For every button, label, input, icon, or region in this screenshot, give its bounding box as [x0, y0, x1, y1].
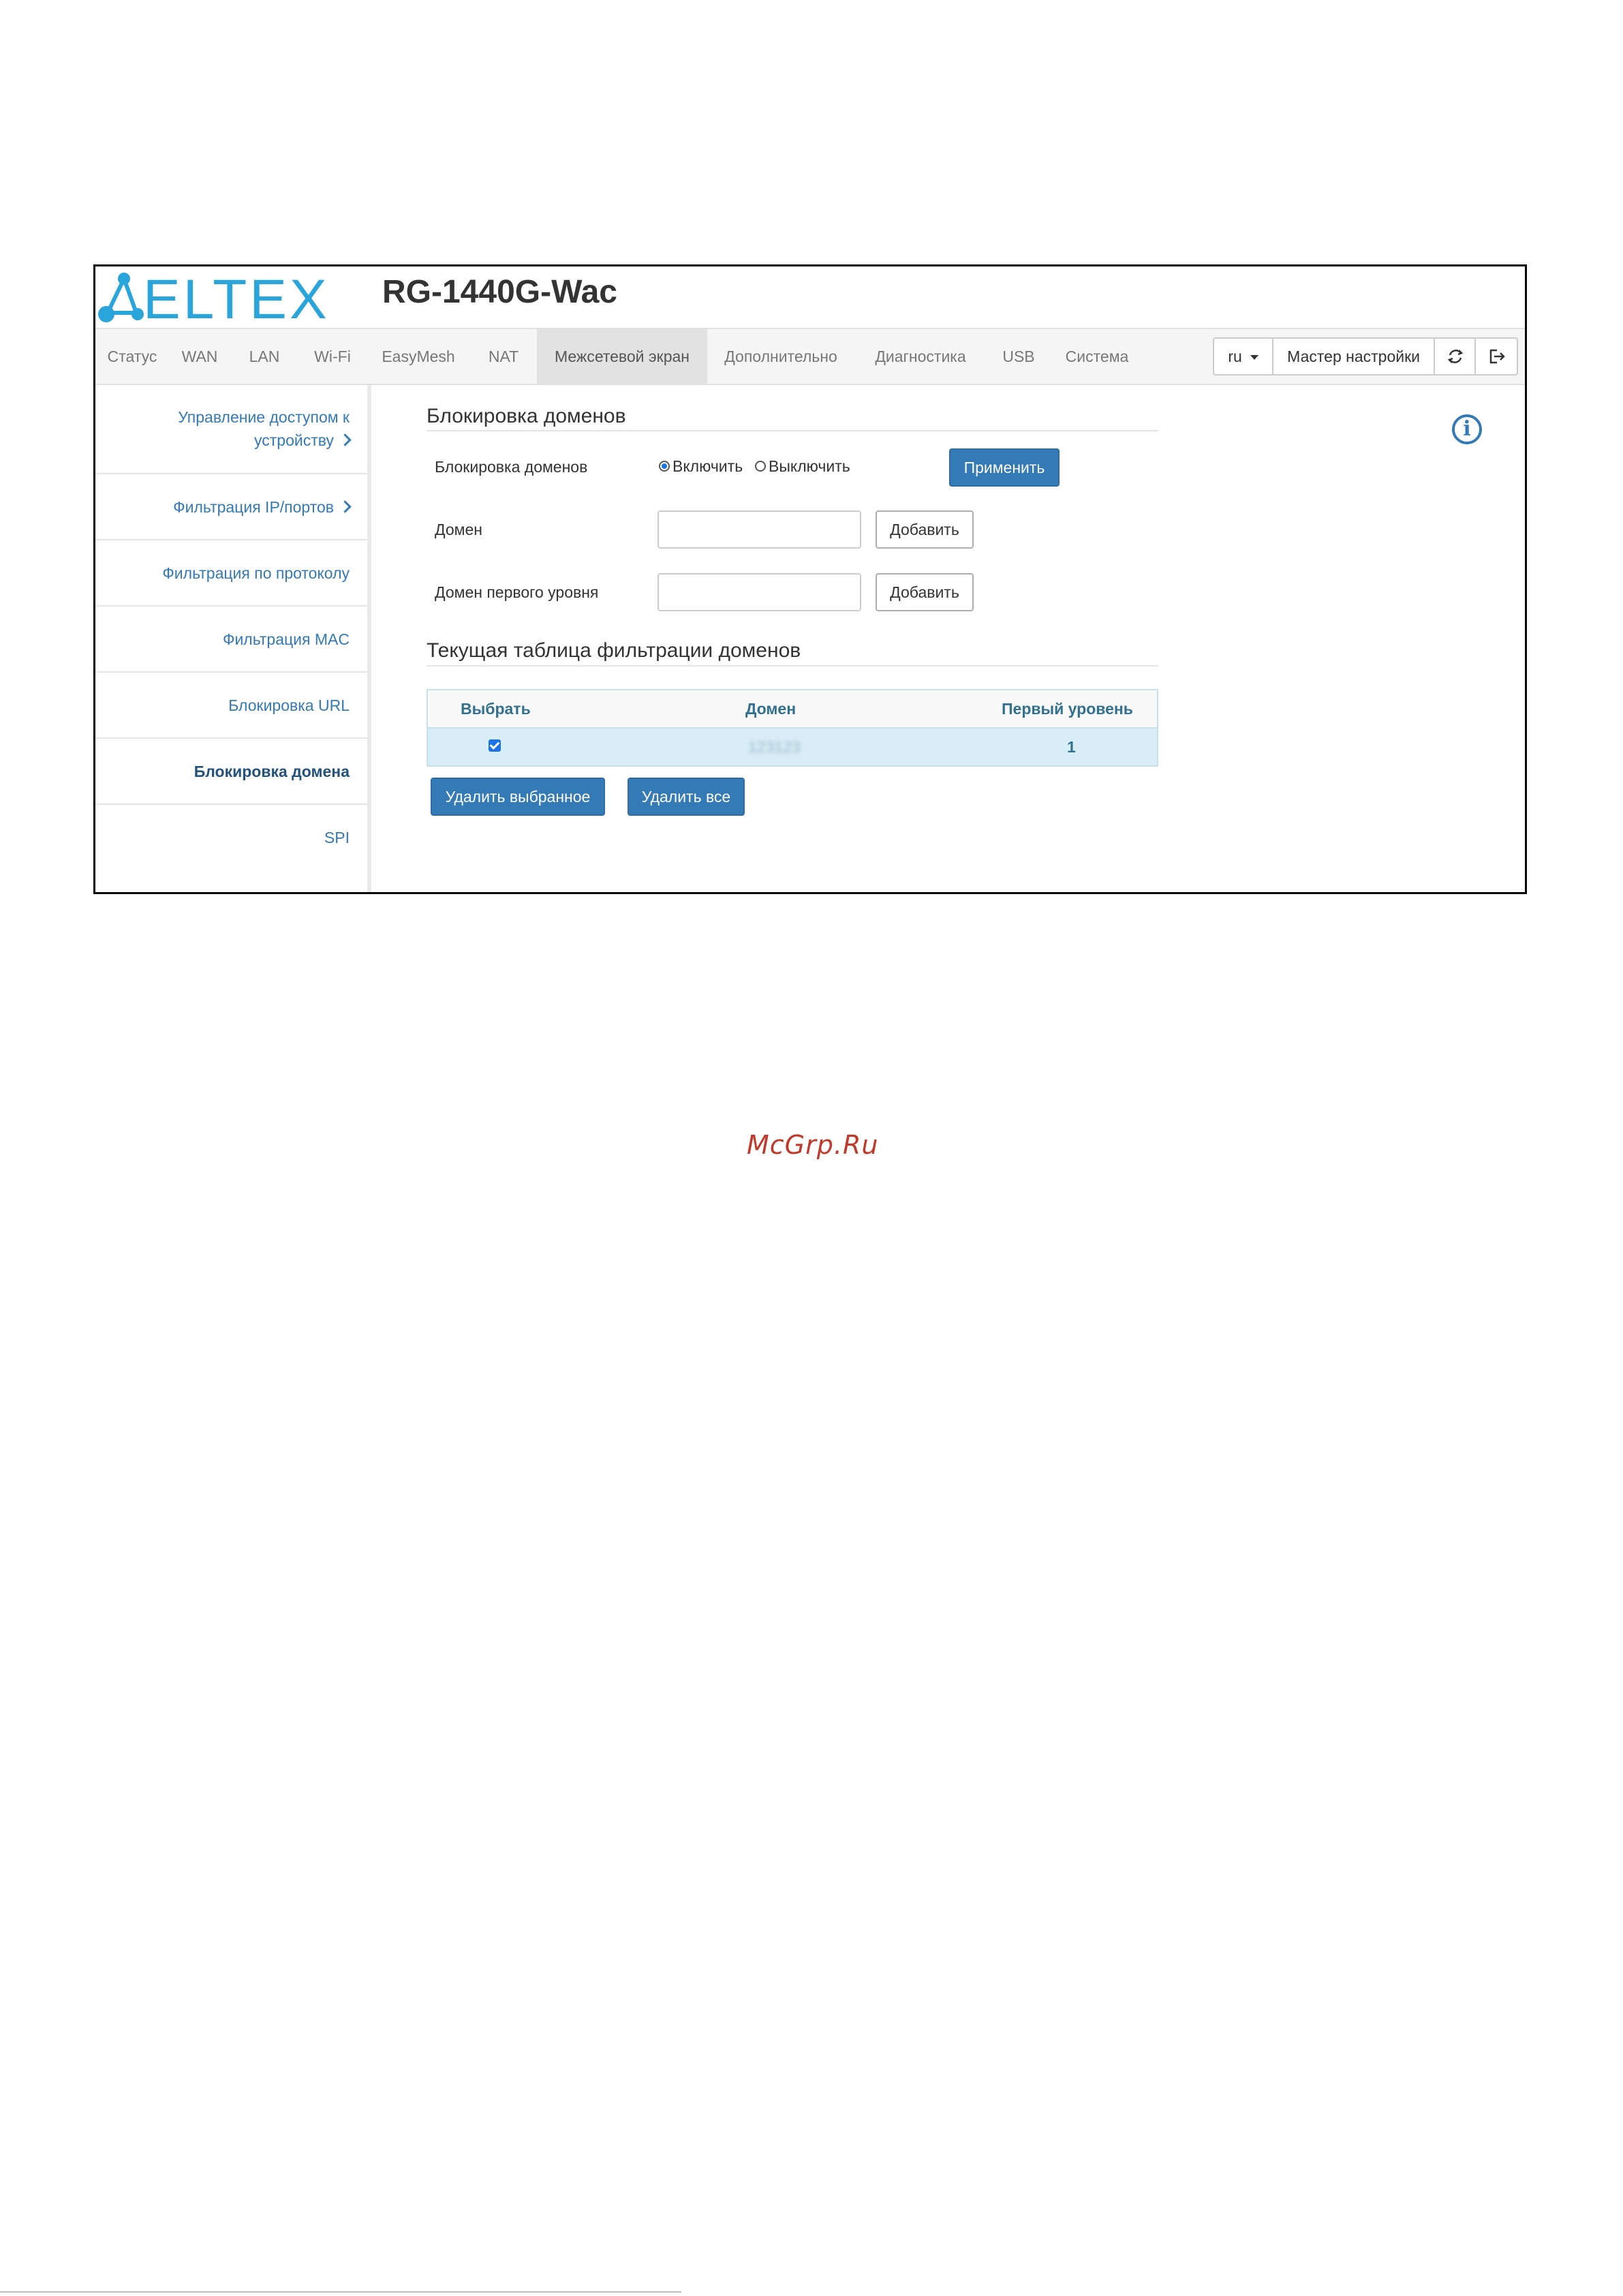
- language-dropdown[interactable]: ru: [1214, 339, 1274, 374]
- tab-usb[interactable]: USB: [987, 329, 1051, 384]
- tab-wifi[interactable]: Wi-Fi: [298, 329, 367, 384]
- domain-filter-table: Выбрать Домен Первый уровень 123123 1: [427, 689, 1158, 767]
- tab-lan[interactable]: LAN: [230, 329, 298, 384]
- logout-icon: [1489, 349, 1505, 364]
- table-title: Текущая таблица фильтрации доменов: [427, 639, 801, 662]
- device-model-title: RG-1440G-Wac: [382, 274, 617, 310]
- add-tld-button[interactable]: Добавить: [876, 573, 974, 611]
- section-divider: [427, 430, 1158, 431]
- table-title-divider: [427, 665, 1158, 667]
- sidebar-item-domain-blocking[interactable]: Блокировка домена: [95, 739, 367, 805]
- tab-system[interactable]: Система: [1051, 329, 1143, 384]
- tab-diagnostics[interactable]: Диагностика: [854, 329, 987, 384]
- tab-easymesh[interactable]: EasyMesh: [367, 329, 470, 384]
- sidebar-item-label: устройству: [254, 431, 334, 449]
- delete-all-button[interactable]: Удалить все: [628, 778, 745, 816]
- section-title: Блокировка доменов: [427, 405, 626, 427]
- sidebar-item-ip-port-filter[interactable]: Фильтрация IP/портов: [95, 474, 367, 540]
- disable-radio-label: Выключить: [769, 457, 850, 475]
- refresh-button[interactable]: [1435, 339, 1476, 374]
- eltex-logo: ELTEX: [98, 269, 327, 331]
- header-domain: Домен: [745, 700, 797, 718]
- header: ELTEX RG-1440G-Wac: [95, 266, 1525, 331]
- delete-selected-button[interactable]: Удалить выбранное: [431, 778, 605, 816]
- tab-status[interactable]: Статус: [95, 329, 169, 384]
- row-select-checkbox[interactable]: [489, 739, 501, 752]
- domain-label: Домен: [435, 521, 482, 538]
- domain-blocking-label: Блокировка доменов: [435, 458, 588, 476]
- sidebar-item-label: Фильтрация IP/портов: [173, 498, 334, 516]
- main-navigation: Статус WAN LAN Wi-Fi EasyMesh NAT Межсет…: [95, 328, 1525, 385]
- chevron-right-icon: [339, 500, 352, 513]
- add-domain-button[interactable]: Добавить: [876, 510, 974, 549]
- tld-label: Домен первого уровня: [435, 583, 599, 601]
- nav-right-toolbar: ru Мастер настройки: [1213, 337, 1518, 376]
- tab-firewall[interactable]: Межсетевой экран: [537, 329, 707, 384]
- tld-input[interactable]: [658, 573, 861, 611]
- page-bottom-rule: [0, 2291, 681, 2293]
- caret-down-icon: [1250, 355, 1259, 361]
- watermark-text: McGrp.Ru: [747, 1130, 879, 1160]
- logo-text: ELTEX: [143, 269, 330, 331]
- header-select: Выбрать: [461, 700, 531, 718]
- language-value: ru: [1228, 348, 1242, 365]
- sidebar-item-protocol-filter[interactable]: Фильтрация по протоколу: [95, 540, 367, 607]
- sidebar-item-spi[interactable]: SPI: [95, 805, 367, 871]
- refresh-icon: [1447, 350, 1464, 363]
- table-row: 123123 1: [428, 729, 1157, 765]
- router-web-ui: ELTEX RG-1440G-Wac Статус WAN LAN Wi-Fi …: [93, 264, 1527, 894]
- enable-radio[interactable]: [659, 461, 670, 472]
- row-domain: 123123: [748, 738, 801, 756]
- sidebar-item-label: Управление доступом к: [178, 408, 350, 426]
- sidebar-item-device-access[interactable]: Управление доступом к устройству: [95, 385, 367, 474]
- row-first-level: 1: [1067, 738, 1076, 756]
- tab-advanced[interactable]: Дополнительно: [707, 329, 854, 384]
- tab-wan[interactable]: WAN: [169, 329, 230, 384]
- enable-radio-label: Включить: [673, 457, 743, 475]
- setup-wizard-button[interactable]: Мастер настройки: [1273, 339, 1435, 374]
- domain-input[interactable]: [658, 510, 861, 549]
- chevron-right-icon: [339, 433, 352, 446]
- info-icon[interactable]: i: [1452, 414, 1482, 444]
- table-header: Выбрать Домен Первый уровень: [428, 690, 1157, 729]
- tab-nat[interactable]: NAT: [470, 329, 537, 384]
- apply-button[interactable]: Применить: [949, 448, 1060, 487]
- logo-network-icon: [98, 273, 144, 322]
- sidebar-item-url-blocking[interactable]: Блокировка URL: [95, 673, 367, 739]
- disable-radio[interactable]: [755, 461, 766, 472]
- header-first-level: Первый уровень: [1002, 700, 1133, 718]
- sidebar-item-mac-filter[interactable]: Фильтрация MAC: [95, 607, 367, 673]
- sidebar: Управление доступом к устройству Фильтра…: [95, 385, 371, 892]
- logout-button[interactable]: [1476, 339, 1517, 374]
